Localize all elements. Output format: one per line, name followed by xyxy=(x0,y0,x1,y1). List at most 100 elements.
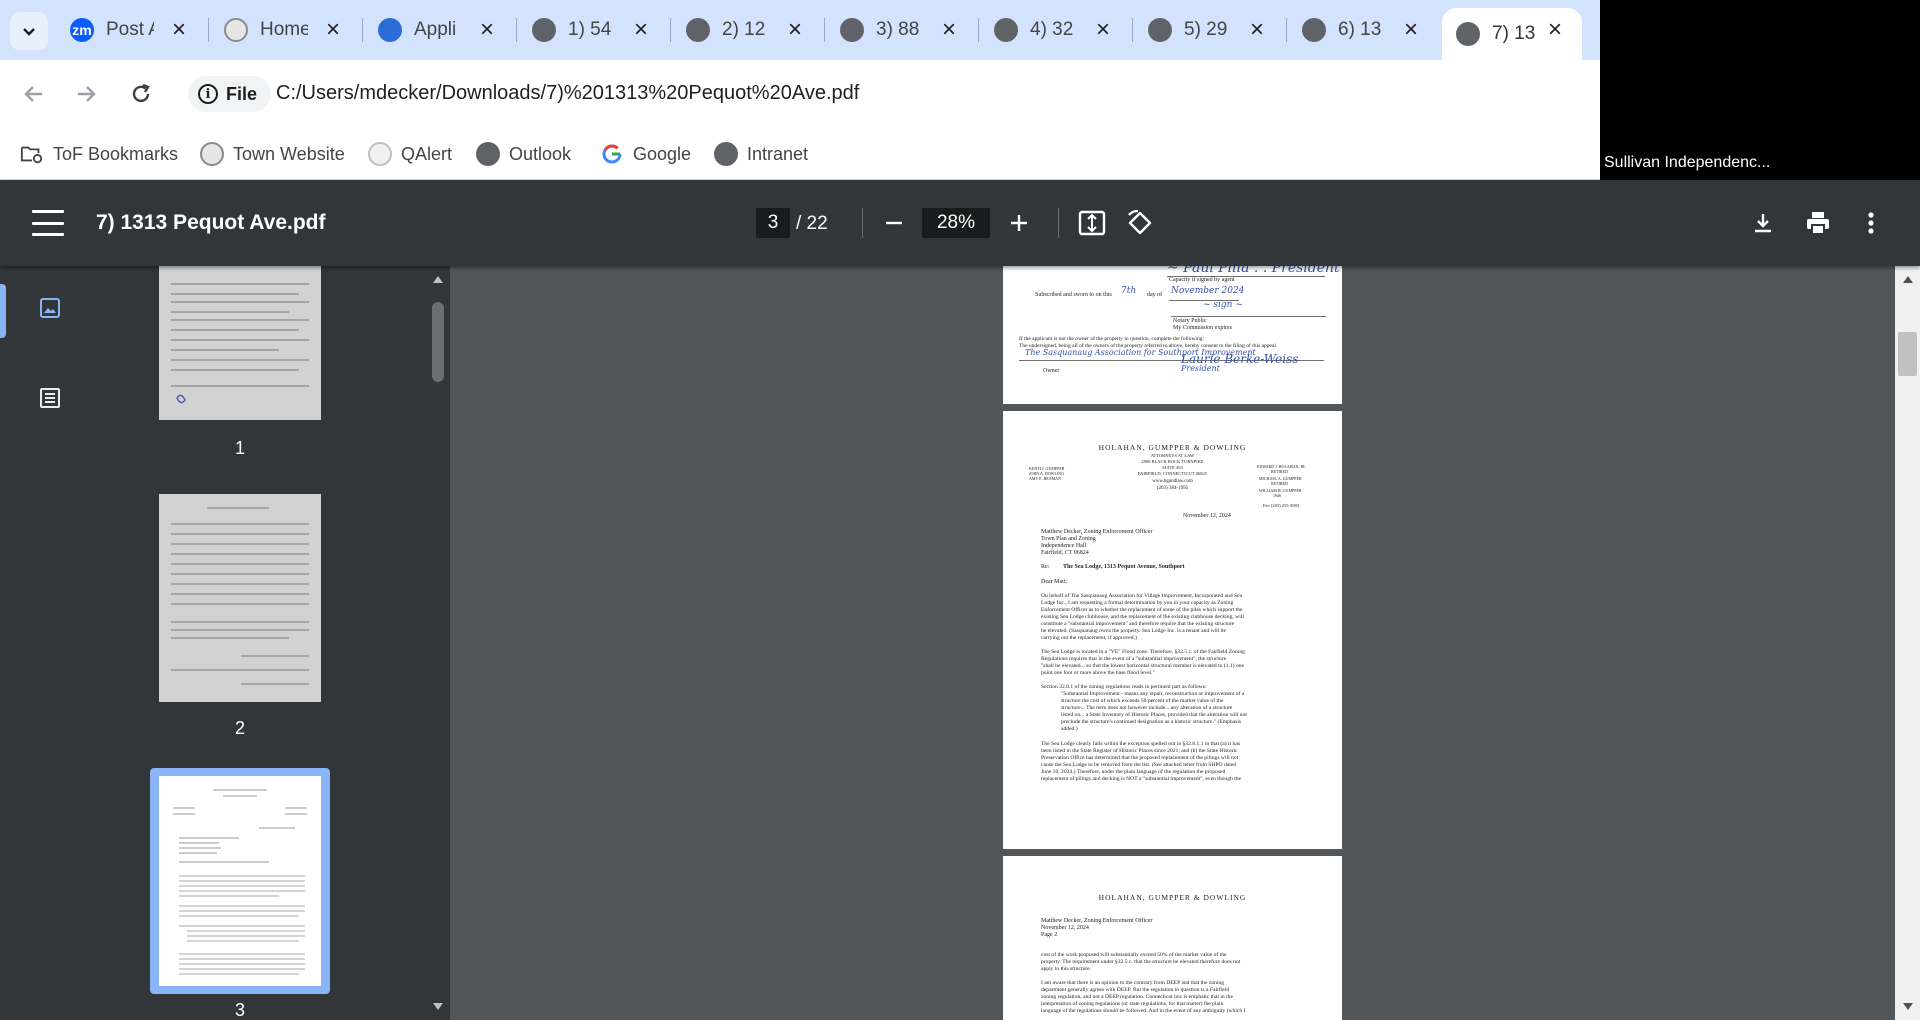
tab-close-icon[interactable]: × xyxy=(782,16,808,43)
day-of-text: day of xyxy=(1147,292,1163,298)
tab-search-button[interactable] xyxy=(10,12,48,50)
quote-line: preclude the structure's continued desig… xyxy=(1061,719,1242,725)
tab-close-icon[interactable]: × xyxy=(320,16,346,43)
scroll-down-icon[interactable] xyxy=(1903,1003,1913,1010)
tab-doc-7-active[interactable]: 7) 13 × xyxy=(1442,8,1582,60)
attorney-status: RETIRED xyxy=(1271,469,1288,474)
paragraph-line: constitute a "substantial improvement" a… xyxy=(1041,621,1235,627)
page-number-input[interactable]: 3 xyxy=(756,208,790,238)
download-button[interactable] xyxy=(1742,202,1784,244)
tab-title: 2) 12 xyxy=(722,19,766,40)
tab-close-icon[interactable]: × xyxy=(936,16,962,43)
capacity-label: Capacity if signed by agent xyxy=(1169,277,1235,283)
document-scrollbar[interactable] xyxy=(1895,266,1920,1020)
paragraph-line: Section 32.8.1 of the zoning regulations… xyxy=(1041,684,1207,690)
tab-separator xyxy=(824,18,825,42)
scrollbar-thumb[interactable] xyxy=(1898,332,1917,376)
tab-doc-4[interactable]: 4) 32 × xyxy=(980,8,1130,52)
url-text[interactable]: C:/Users/mdecker/Downloads/7)%201313%20P… xyxy=(276,82,859,105)
thumbnail-scrollbar[interactable] xyxy=(426,266,450,1020)
day-handwritten: 7th xyxy=(1121,286,1137,296)
info-icon: i xyxy=(198,84,218,104)
zoom-in-button[interactable] xyxy=(998,202,1040,244)
google-icon xyxy=(600,142,624,166)
quote-line: "Substantial Improvement - means any rep… xyxy=(1061,691,1245,697)
paragraph-line: cost of the work proposed will substanti… xyxy=(1041,952,1227,958)
thumbnail-page-1[interactable] xyxy=(159,266,321,420)
tab-home[interactable]: Home × xyxy=(210,8,360,52)
paragraph-line: department generally agrees with DEEP. B… xyxy=(1041,987,1230,993)
bookmark-google[interactable]: Google xyxy=(592,138,699,170)
bookmark-qalert[interactable]: QAlert xyxy=(360,138,460,170)
rotate-button[interactable] xyxy=(1119,202,1161,244)
print-button[interactable] xyxy=(1797,202,1839,244)
tab-doc-5[interactable]: 5) 29 × xyxy=(1134,8,1284,52)
paragraph-line: Preservation Office has determined that … xyxy=(1041,755,1239,761)
scroll-down-icon[interactable] xyxy=(433,1003,443,1010)
thumbnail-page-3[interactable] xyxy=(159,776,321,986)
fit-to-page-button[interactable] xyxy=(1071,202,1113,244)
thumbnail-number: 2 xyxy=(234,718,245,738)
tab-close-icon[interactable]: × xyxy=(166,16,192,43)
tab-doc-3[interactable]: 3) 88 × xyxy=(826,8,976,52)
tab-appli[interactable]: Appli × xyxy=(364,8,514,52)
bookmark-label: Google xyxy=(633,143,692,164)
notary-label: Notary Public xyxy=(1173,318,1207,324)
paragraph-line: cause the Sea Lodge to be removed from t… xyxy=(1041,762,1237,768)
tab-close-icon[interactable]: × xyxy=(1244,16,1270,43)
tab-close-icon[interactable]: × xyxy=(628,16,654,43)
site-info-chip[interactable]: i File xyxy=(188,76,272,112)
bookmark-intranet[interactable]: Intranet xyxy=(706,138,816,170)
globe-icon xyxy=(476,142,500,166)
back-arrow-icon xyxy=(24,86,42,102)
paragraph-line: I am aware that there is an opinion to t… xyxy=(1041,980,1225,986)
tab-close-icon[interactable]: × xyxy=(1542,16,1568,43)
tab-doc-2[interactable]: 2) 12 × xyxy=(672,8,822,52)
menu-icon[interactable] xyxy=(32,210,64,236)
bookmark-label: ToF Bookmarks xyxy=(53,143,179,164)
address-bar[interactable]: i File C:/Users/mdecker/Downloads/7)%201… xyxy=(182,70,1582,118)
more-options-button[interactable] xyxy=(1850,202,1892,244)
tab-doc-1[interactable]: 1) 54 × xyxy=(518,8,668,52)
reload-button[interactable] xyxy=(121,74,161,114)
tab-close-icon[interactable]: × xyxy=(474,16,500,43)
scrollbar-thumb[interactable] xyxy=(432,302,444,382)
thumbnail-page-2[interactable] xyxy=(159,494,321,702)
zoom-out-button[interactable] xyxy=(873,202,915,244)
globe-icon xyxy=(840,18,864,42)
tab-post[interactable]: zm Post A × xyxy=(56,8,206,52)
zoom-level-input[interactable]: 28% xyxy=(922,208,990,238)
bookmark-tof-bookmarks[interactable]: ToF Bookmarks xyxy=(12,138,186,170)
tab-doc-6[interactable]: 6) 13 × xyxy=(1288,8,1438,52)
tab-close-icon[interactable]: × xyxy=(1398,16,1424,43)
document-viewport[interactable]: ~ Paul Pilla . . President Capacity if s… xyxy=(450,266,1895,1020)
president-handwritten: President xyxy=(1181,364,1220,373)
scroll-up-icon[interactable] xyxy=(1903,276,1913,283)
recipient-line: Independence Hall xyxy=(1041,543,1087,549)
paragraph-line: replacement of pilings and decking is NO… xyxy=(1041,776,1242,782)
pdf-toolbar: 7) 1313 Pequot Ave.pdf 3 / 22 28% xyxy=(0,180,1920,266)
recipient-line: Town Plan and Zoning xyxy=(1041,536,1096,542)
letterhead-subtitle: ATTORNEYS AT LAW xyxy=(1150,453,1195,458)
paragraph-line: Lodge Inc., I am requesting a formal det… xyxy=(1041,600,1234,606)
shield-icon xyxy=(378,18,402,42)
thumbnails-view-button[interactable] xyxy=(28,286,72,330)
globe-icon xyxy=(714,142,738,166)
paragraph-line: point one foot or more above the base fl… xyxy=(1041,670,1155,676)
tab-title: Home xyxy=(260,19,308,40)
bookmark-outlook[interactable]: Outlook xyxy=(468,138,579,170)
chevron-down-icon xyxy=(23,28,35,36)
back-button[interactable] xyxy=(14,74,54,114)
toolbar-divider xyxy=(1058,208,1059,238)
scroll-up-icon[interactable] xyxy=(433,276,443,283)
tab-separator xyxy=(670,18,671,42)
recipient-line: Matthew Decker, Zoning Enforcement Offic… xyxy=(1041,529,1153,535)
outline-view-button[interactable] xyxy=(28,376,72,420)
globe-icon xyxy=(1148,18,1172,42)
tab-close-icon[interactable]: × xyxy=(1090,16,1116,43)
bookmark-town-website[interactable]: Town Website xyxy=(192,138,353,170)
reload-icon xyxy=(132,83,150,103)
tab-separator xyxy=(978,18,979,42)
video-call-tile[interactable]: Sullivan Independenc... xyxy=(1600,0,1920,180)
forward-button[interactable] xyxy=(66,74,106,114)
